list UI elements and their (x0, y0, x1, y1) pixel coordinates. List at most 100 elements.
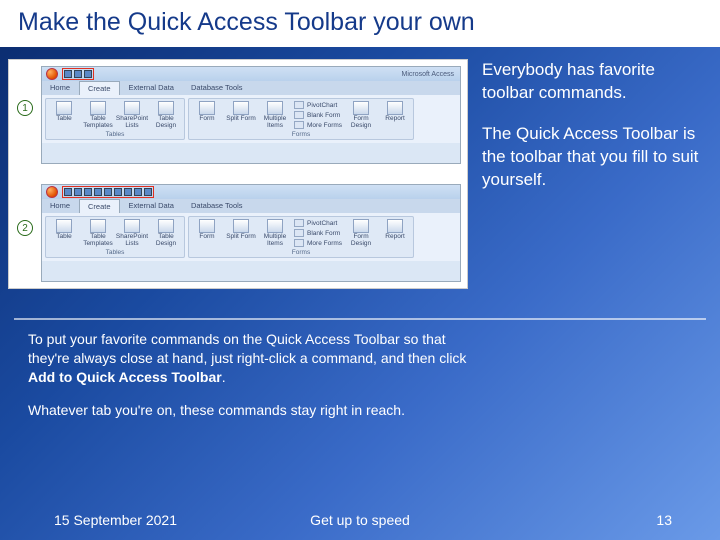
templates-icon (90, 101, 106, 115)
cmd-label: PivotChart (307, 220, 337, 227)
titlebar: Microsoft Access (42, 67, 460, 81)
footer: 15 September 2021 Get up to speed 13 (0, 512, 720, 528)
group-name: Tables (49, 131, 181, 138)
group-name: Forms (192, 131, 410, 138)
cmd-label: Multiple Items (260, 116, 290, 129)
cmd-label: Split Form (226, 116, 256, 123)
group-name: Tables (49, 249, 181, 256)
cmd-templates: Table Templates (83, 219, 113, 247)
titlebar (42, 185, 460, 199)
quick-access-toolbar-expanded (64, 188, 152, 196)
cmd-table: Table (49, 101, 79, 129)
qat-icon (64, 188, 72, 196)
cmd-label: Table Templates (83, 234, 113, 247)
cmd-label: Multiple Items (260, 234, 290, 247)
more-icon (294, 121, 304, 129)
side-text: Everybody has favorite toolbar commands.… (482, 59, 700, 289)
cmd-label: Table Templates (83, 116, 113, 129)
lower-text: To put your favorite commands on the Qui… (28, 330, 488, 434)
cmd-label: Blank Form (307, 230, 340, 237)
sharepoint-icon (124, 219, 140, 233)
lower-paragraph-1: To put your favorite commands on the Qui… (28, 330, 488, 387)
cmd-label: Form (199, 234, 214, 241)
cmd-label: Form Design (346, 234, 376, 247)
more-icon (294, 239, 304, 247)
report-icon (387, 101, 403, 115)
form-icon (199, 219, 215, 233)
multi-icon (267, 101, 283, 115)
cmd-label: Table (56, 116, 72, 123)
qat-icon (104, 188, 112, 196)
table-icon (56, 219, 72, 233)
office-button-icon (46, 186, 58, 198)
qat-icon (114, 188, 122, 196)
text-span: . (222, 369, 226, 385)
qat-icon (74, 70, 82, 78)
ribbon-groups: Table Table Templates SharePoint Lists T… (42, 213, 460, 261)
cmd-split: Split Form (226, 101, 256, 129)
cmd-sharepoint: SharePoint Lists (117, 219, 147, 247)
cmd-templates: Table Templates (83, 101, 113, 129)
slide-title: Make the Quick Access Toolbar your own (0, 0, 720, 47)
access-screenshot: 1 Microsoft Access Home Create External … (8, 59, 468, 289)
cmd-report: Report (380, 101, 410, 129)
cmd-label: PivotChart (307, 102, 337, 109)
tab-dbtools: Database Tools (183, 81, 251, 95)
qat-icon (124, 188, 132, 196)
qat-icon (84, 70, 92, 78)
footer-page-number: 13 (656, 512, 672, 528)
qat-icon (64, 70, 72, 78)
report-icon (387, 219, 403, 233)
cmd-label: More Forms (307, 240, 342, 247)
qat-icon (74, 188, 82, 196)
cmd-label: Table Design (151, 234, 181, 247)
cmd-label: Table Design (151, 116, 181, 129)
cmd-label: More Forms (307, 122, 342, 129)
sharepoint-icon (124, 101, 140, 115)
cmd-label: SharePoint Lists (116, 116, 148, 129)
office-button-icon (46, 68, 58, 80)
group-name: Forms (192, 249, 410, 256)
cmd-label: Report (385, 116, 405, 123)
cmd-label: Form (199, 116, 214, 123)
split-icon (233, 219, 249, 233)
footer-title: Get up to speed (310, 512, 410, 528)
app-title: Microsoft Access (401, 71, 456, 78)
group-tables: Table Table Templates SharePoint Lists T… (45, 98, 185, 140)
form-icon (199, 101, 215, 115)
lower-paragraph-2: Whatever tab you're on, these commands s… (28, 401, 488, 420)
tab-home: Home (42, 199, 78, 213)
cmd-label: Split Form (226, 234, 256, 241)
cmd-form: Form (192, 219, 222, 247)
divider-line (14, 318, 706, 320)
blank-icon (294, 229, 304, 237)
ribbon-groups: Table Table Templates SharePoint Lists T… (42, 95, 460, 143)
tab-dbtools: Database Tools (183, 199, 251, 213)
forms-mini-col: PivotChart Blank Form More Forms (294, 101, 342, 129)
main-row: 1 Microsoft Access Home Create External … (0, 47, 720, 289)
group-forms: Form Split Form Multiple Items PivotChar… (188, 216, 414, 258)
cmd-table: Table (49, 219, 79, 247)
design-icon (158, 101, 174, 115)
cmd-table-design: Table Design (151, 219, 181, 247)
forms-mini-col: PivotChart Blank Form More Forms (294, 219, 342, 247)
group-tables: Table Table Templates SharePoint Lists T… (45, 216, 185, 258)
tab-create: Create (79, 81, 120, 95)
tab-external: External Data (121, 199, 182, 213)
bold-command: Add to Quick Access Toolbar (28, 369, 222, 385)
multi-icon (267, 219, 283, 233)
cmd-label: SharePoint Lists (116, 234, 148, 247)
ribbon-instance-2: Home Create External Data Database Tools… (41, 184, 461, 282)
cmd-split: Split Form (226, 219, 256, 247)
cmd-label: Report (385, 234, 405, 241)
cmd-multi: Multiple Items (260, 219, 290, 247)
pivot-icon (294, 101, 304, 109)
formdesign-icon (353, 219, 369, 233)
qat-icon (144, 188, 152, 196)
tab-strip: Home Create External Data Database Tools (42, 199, 460, 213)
tab-home: Home (42, 81, 78, 95)
screenshot-column: 1 Microsoft Access Home Create External … (8, 59, 468, 289)
tab-create: Create (79, 199, 120, 213)
cmd-table-design: Table Design (151, 101, 181, 129)
templates-icon (90, 219, 106, 233)
